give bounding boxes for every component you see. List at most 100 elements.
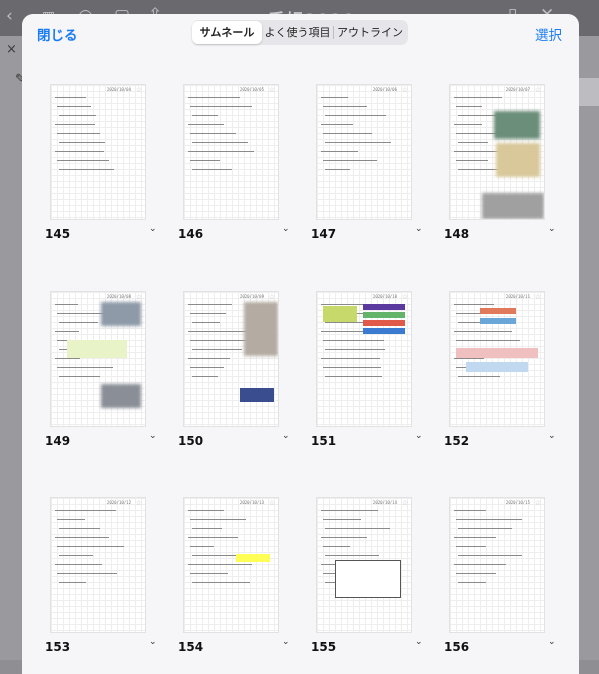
handwriting-line bbox=[190, 519, 246, 521]
handwriting-line bbox=[55, 510, 116, 512]
handwriting-line bbox=[190, 340, 248, 342]
handwriting-line bbox=[190, 573, 228, 575]
colored-block bbox=[363, 328, 405, 334]
page-thumbnail[interactable]: 2020/10/06 ☆ bbox=[316, 84, 412, 220]
handwriting-line bbox=[325, 169, 350, 171]
colored-block bbox=[363, 312, 405, 318]
blurred-photo bbox=[496, 143, 540, 177]
handwriting-line bbox=[57, 106, 91, 108]
handwriting-line bbox=[458, 582, 486, 584]
chevron-down-icon[interactable]: ⌄ bbox=[282, 224, 290, 234]
page-number: 153 bbox=[45, 640, 71, 654]
handwriting-line bbox=[190, 133, 236, 135]
chevron-down-icon[interactable]: ⌄ bbox=[415, 431, 423, 441]
handwriting-line bbox=[458, 528, 512, 530]
colored-block bbox=[323, 306, 357, 322]
handwriting-line bbox=[192, 169, 232, 171]
page-thumbnail[interactable]: 2020/10/11 ☆ bbox=[449, 291, 545, 427]
handwriting-line bbox=[323, 133, 372, 135]
handwriting-line bbox=[192, 115, 218, 117]
page-thumbnail[interactable]: 2020/10/07 ☆ bbox=[449, 84, 545, 220]
tab-thumbnails[interactable]: サムネール bbox=[192, 21, 262, 44]
handwriting-line bbox=[454, 510, 486, 512]
select-button[interactable]: 選択 bbox=[535, 24, 562, 44]
handwriting-line bbox=[55, 358, 80, 360]
star-icon: ☆ bbox=[401, 293, 408, 301]
handwriting-line bbox=[57, 160, 109, 162]
page-thumbnail[interactable]: 2020/10/08 ☆ bbox=[50, 291, 146, 427]
page-thumbnail[interactable]: 2020/10/15 ☆ bbox=[449, 497, 545, 633]
colored-block bbox=[335, 560, 401, 598]
handwriting-line bbox=[325, 528, 390, 530]
handwriting-line bbox=[59, 115, 96, 117]
chevron-down-icon[interactable]: ⌄ bbox=[282, 637, 290, 647]
handwriting-line bbox=[458, 142, 488, 144]
handwriting-line bbox=[321, 97, 348, 99]
page-thumbnail[interactable]: 2020/10/09 ☆ bbox=[183, 291, 279, 427]
handwriting-line bbox=[59, 322, 98, 324]
page-date: 2020/10/14 bbox=[372, 500, 397, 505]
page-date: 2020/10/08 bbox=[106, 294, 131, 299]
chevron-down-icon[interactable]: ⌄ bbox=[149, 224, 157, 234]
chevron-down-icon[interactable]: ⌄ bbox=[548, 637, 556, 647]
handwriting-line bbox=[192, 349, 242, 351]
handwriting-line bbox=[454, 537, 496, 539]
handwriting-line bbox=[188, 124, 224, 126]
tab-outline[interactable]: アウトライン bbox=[334, 21, 406, 44]
blurred-photo bbox=[244, 302, 278, 356]
page-number: 154 bbox=[178, 640, 204, 654]
star-icon: ☆ bbox=[534, 293, 541, 301]
blurred-photo bbox=[482, 193, 544, 219]
chevron-down-icon[interactable]: ⌄ bbox=[548, 224, 556, 234]
handwriting-line bbox=[57, 546, 124, 548]
star-icon: ☆ bbox=[135, 293, 142, 301]
handwriting-line bbox=[456, 546, 486, 548]
page-number: 150 bbox=[178, 434, 204, 448]
page-thumbnail[interactable]: 2020/10/14 ☆ bbox=[316, 497, 412, 633]
page-date: 2020/10/05 bbox=[239, 87, 264, 92]
handwriting-line bbox=[323, 367, 381, 369]
page-thumbnail[interactable]: 2020/10/13 ☆ bbox=[183, 497, 279, 633]
chevron-down-icon[interactable]: ⌄ bbox=[282, 431, 290, 441]
handwriting-line bbox=[454, 304, 494, 306]
colored-block bbox=[456, 348, 538, 358]
chevron-down-icon[interactable]: ⌄ bbox=[548, 431, 556, 441]
page-number: 152 bbox=[444, 434, 470, 448]
handwriting-line bbox=[323, 106, 367, 108]
page-date: 2020/10/12 bbox=[106, 500, 131, 505]
tab-favorites[interactable]: よく使う項目 bbox=[262, 21, 333, 44]
back-icon: ‹ bbox=[6, 6, 13, 26]
handwriting-line bbox=[188, 304, 232, 306]
chevron-down-icon[interactable]: ⌄ bbox=[415, 637, 423, 647]
chevron-down-icon[interactable]: ⌄ bbox=[415, 224, 423, 234]
chevron-down-icon[interactable]: ⌄ bbox=[149, 637, 157, 647]
star-icon: ☆ bbox=[534, 86, 541, 94]
handwriting-line bbox=[59, 555, 93, 557]
page-date: 2020/10/06 bbox=[372, 87, 397, 92]
page-date: 2020/10/10 bbox=[372, 294, 397, 299]
chevron-down-icon[interactable]: ⌄ bbox=[149, 431, 157, 441]
handwriting-line bbox=[321, 124, 353, 126]
page-thumbnail[interactable]: 2020/10/04 ☆ bbox=[50, 84, 146, 220]
page-thumbnail[interactable]: 2020/10/10 ☆ bbox=[316, 291, 412, 427]
handwriting-line bbox=[188, 564, 252, 566]
page-date: 2020/10/04 bbox=[106, 87, 131, 92]
handwriting-line bbox=[458, 555, 522, 557]
star-icon: ☆ bbox=[268, 293, 275, 301]
page-number: 151 bbox=[311, 434, 337, 448]
handwriting-line bbox=[55, 331, 79, 333]
close-button[interactable]: 閉じる bbox=[37, 24, 78, 44]
colored-block bbox=[466, 362, 528, 372]
star-icon: ☆ bbox=[268, 499, 275, 507]
handwriting-line bbox=[456, 573, 496, 575]
handwriting-line bbox=[456, 519, 522, 521]
handwriting-line bbox=[57, 367, 113, 369]
handwriting-line bbox=[192, 528, 222, 530]
page-date: 2020/10/15 bbox=[505, 500, 530, 505]
handwriting-line bbox=[323, 160, 377, 162]
handwriting-line bbox=[192, 376, 218, 378]
colored-block bbox=[236, 554, 270, 562]
star-icon: ☆ bbox=[534, 499, 541, 507]
page-thumbnail[interactable]: 2020/10/12 ☆ bbox=[50, 497, 146, 633]
page-thumbnail[interactable]: 2020/10/05 ☆ bbox=[183, 84, 279, 220]
